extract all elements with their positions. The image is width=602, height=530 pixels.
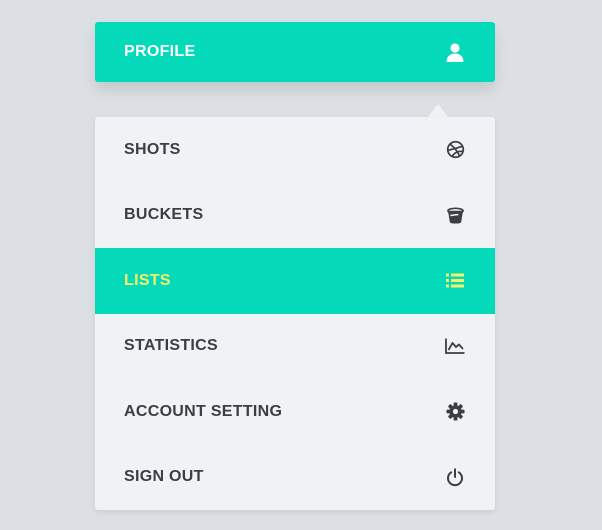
menu-item-label: ACCOUNT SETTING [124,402,283,420]
menu-item-label: BUCKETS [124,206,204,224]
power-icon [444,466,466,488]
gear-icon [444,401,466,423]
menu-item-sign-out[interactable]: SIGN OUT [95,445,495,511]
dropdown-pointer [428,104,448,117]
menu-item-label: STATISTICS [124,337,218,355]
user-icon [444,41,466,63]
bucket-icon [444,204,466,226]
menu-item-statistics[interactable]: STATISTICS [95,314,495,380]
menu-item-label: SIGN OUT [124,468,204,486]
menu-item-account-setting[interactable]: ACCOUNT SETTING [95,379,495,445]
line-chart-icon [444,335,466,357]
list-icon [444,270,466,292]
profile-button[interactable]: PROFILE [95,22,495,82]
dribbble-ball-icon [444,139,466,161]
menu-item-shots[interactable]: SHOTS [95,117,495,183]
menu-item-buckets[interactable]: BUCKETS [95,183,495,249]
profile-label: PROFILE [124,43,196,60]
profile-dropdown-menu: SHOTS BUCKETS LISTS STATISTICS ACCOUNT S… [95,117,495,510]
menu-item-lists[interactable]: LISTS [95,248,495,314]
menu-item-label: LISTS [124,271,171,289]
menu-item-label: SHOTS [124,140,181,158]
